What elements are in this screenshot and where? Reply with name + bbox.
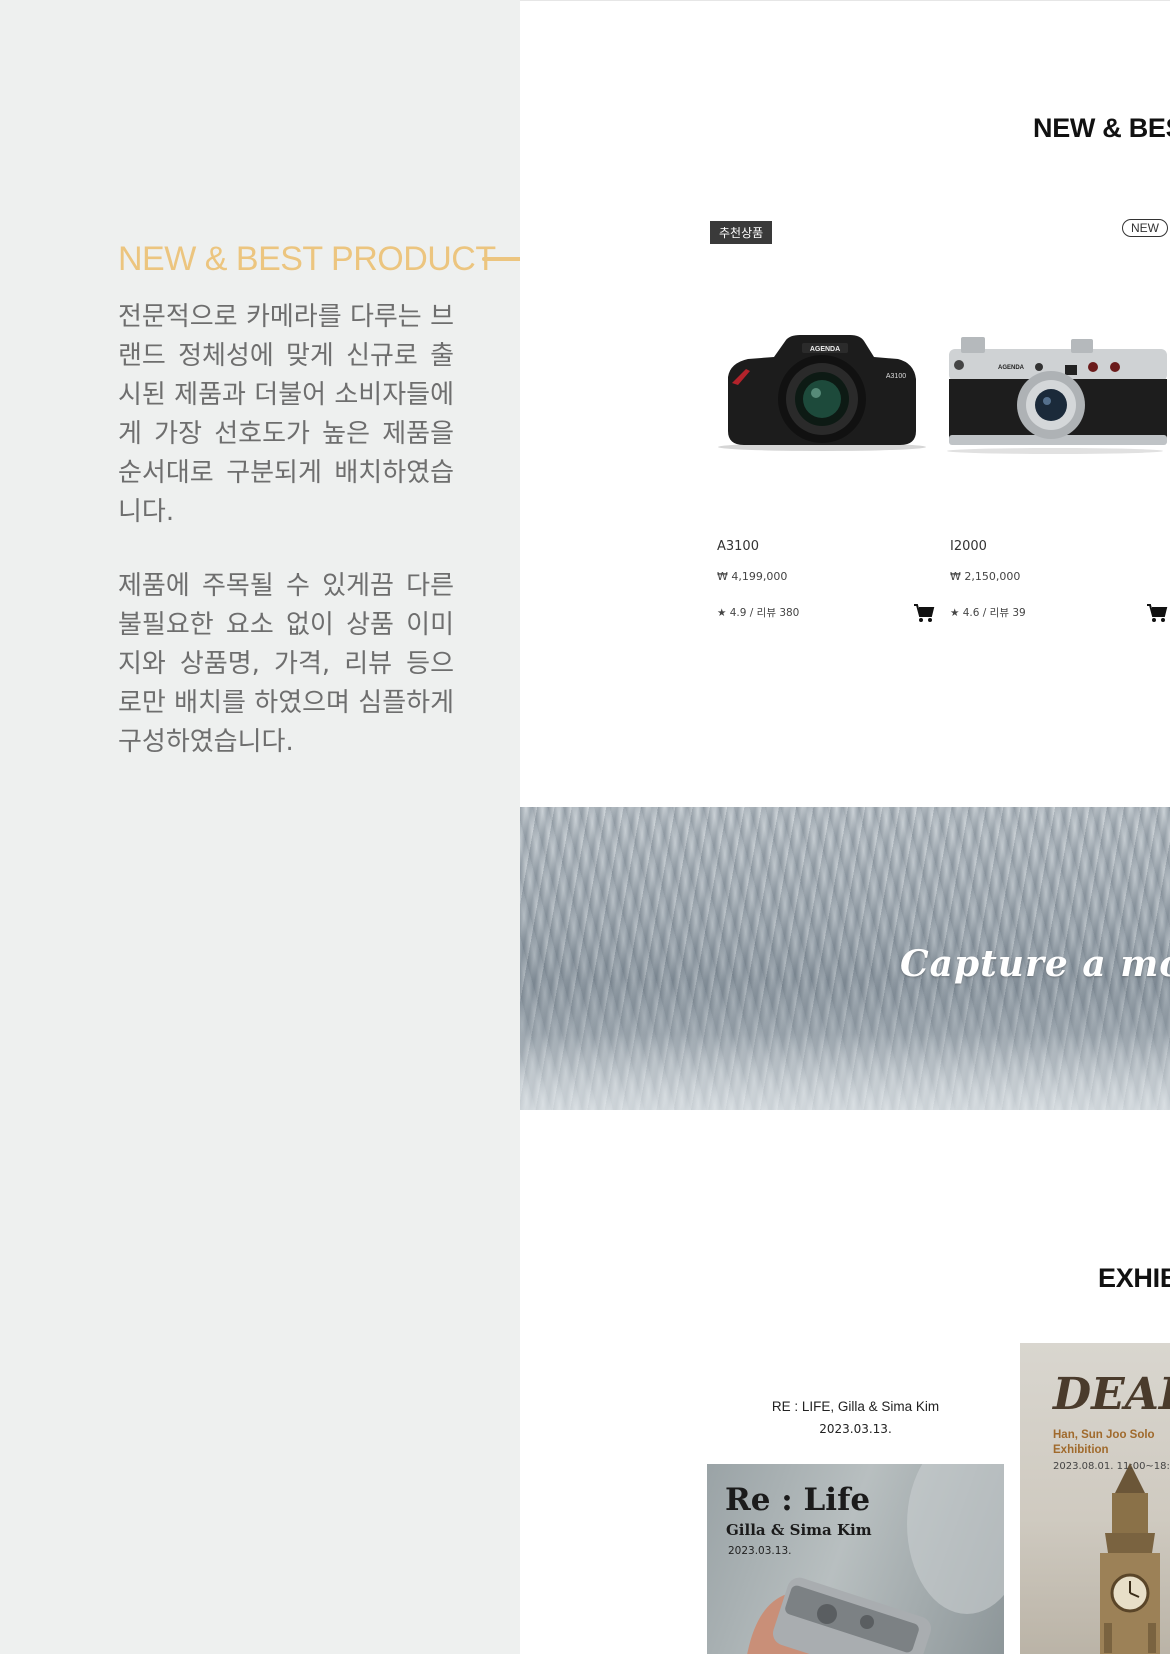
product-name[interactable]: I2000	[950, 539, 987, 554]
product-rating: ★ 4.6 / 리뷰 39	[950, 607, 1026, 619]
product-rating: ★ 4.9 / 리뷰 380	[717, 607, 800, 619]
recommended-badge: 추천상품	[710, 221, 773, 244]
description-panel: NEW & BEST PRODUCT 전문적으로 카메라를 다루는 브랜드 정체…	[0, 0, 616, 1654]
poster-date: 2023.08.01. 11:00~18:00	[1053, 1461, 1170, 1472]
product-name[interactable]: A3100	[717, 539, 759, 554]
description-paragraph-1: 전문적으로 카메라를 다루는 브랜드 정체성에 맞게 신규로 출시된 제품과 더…	[118, 302, 454, 527]
banner-slogan: Capture a mo	[900, 943, 1170, 985]
banner-fog	[520, 980, 1170, 1110]
product-card[interactable]: NEW AGENDA I2000 ₩ 2,150,000 ★ 4.6 / 리뷰 …	[943, 217, 1168, 627]
exhibition-date: 2023.03.13.	[819, 1422, 892, 1436]
page-preview: NEW & BEST 추천상품 AGENDA A3100 A3100 ₩ 4,1…	[520, 0, 1170, 1654]
exhibition-heading: EXHIB	[1098, 1263, 1170, 1293]
dear-exhibition-poster[interactable]: DEAR Han, Sun Joo Solo Exhibition 2023.0…	[1020, 1343, 1170, 1654]
section-title: NEW & BEST PRODUCT	[118, 240, 496, 278]
poster-subtitle: Han, Sun Joo Solo Exhibition	[1053, 1429, 1155, 1456]
camera-brand-label: AGENDA	[810, 346, 840, 353]
poster-subtitle: Gilla & Sima Kim	[726, 1521, 872, 1539]
camera-model-label: A3100	[886, 373, 906, 380]
new-badge: NEW	[1122, 219, 1168, 237]
dslr-camera-image[interactable]: AGENDA A3100	[710, 307, 935, 457]
description-paragraph-2: 제품에 주목될 수 있게끔 다른 불필요한 요소 없이 상품 이미지와 상품명,…	[118, 571, 454, 757]
cart-icon[interactable]	[913, 603, 935, 623]
product-price: ₩ 4,199,000	[717, 570, 788, 583]
poster-title: DEAR	[1053, 1369, 1170, 1420]
poster-title: Re : Life	[725, 1482, 871, 1518]
camera-brand-label: AGENDA	[998, 365, 1025, 371]
relife-exhibition-poster[interactable]: Re : Life Gilla & Sima Kim 2023.03.13.	[707, 1464, 1004, 1654]
product-card[interactable]: 추천상품 AGENDA A3100 A3100 ₩ 4,199,000 ★ 4.…	[710, 217, 935, 627]
new-best-heading: NEW & BEST	[1033, 113, 1170, 143]
rangefinder-camera-image[interactable]: AGENDA	[943, 307, 1168, 457]
snowy-mountain-banner: Capture a mo	[520, 807, 1170, 1110]
exhibition-title[interactable]: RE : LIFE, Gilla & Sima Kim	[707, 1399, 1004, 1414]
poster-date: 2023.03.13.	[728, 1545, 792, 1557]
product-price: ₩ 2,150,000	[950, 570, 1021, 583]
cart-icon[interactable]	[1146, 603, 1168, 623]
